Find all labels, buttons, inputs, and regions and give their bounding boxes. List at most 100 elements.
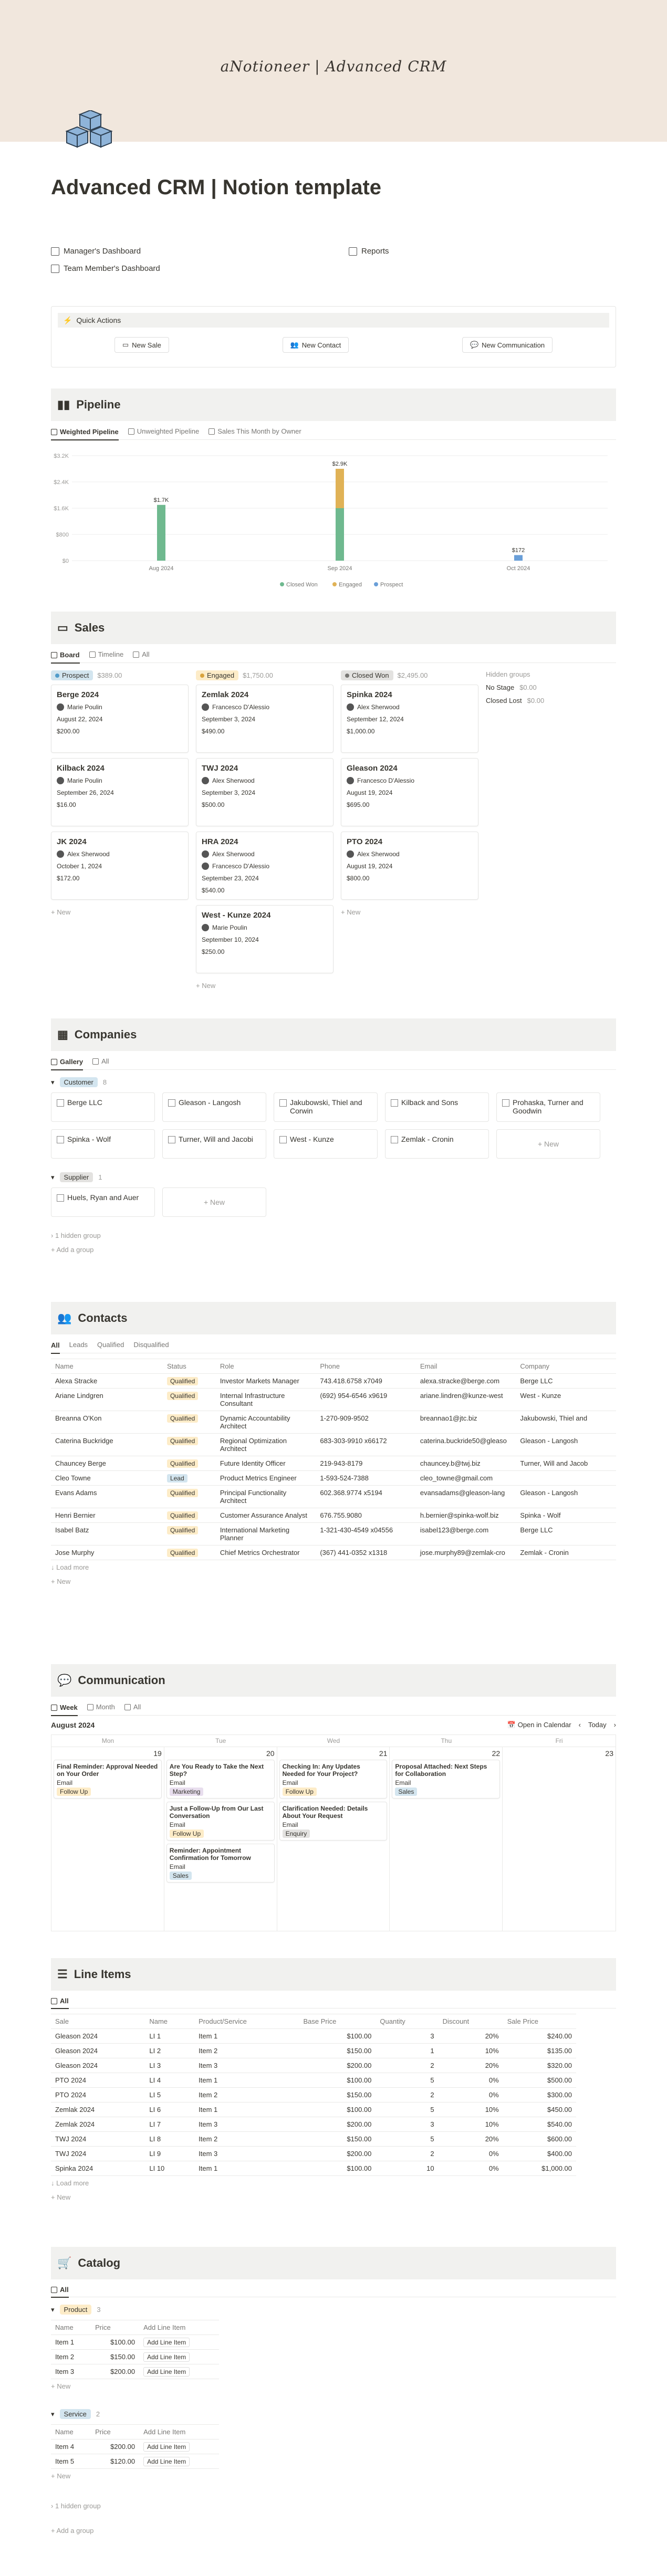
hidden-group[interactable]: Closed Lost $0.00 <box>486 697 601 705</box>
tab-all[interactable]: All <box>51 2286 69 2298</box>
add-line-item-button[interactable]: Add Line Item <box>143 2442 190 2452</box>
sale-card[interactable]: TWJ 2024 Alex Sherwood September 3, 2024 $5… <box>196 758 334 826</box>
table-row[interactable]: Caterina Buckridge Qualified Regional Opti… <box>51 1433 616 1456</box>
column-header[interactable]: Email <box>415 1359 516 1374</box>
group-service[interactable]: ▾ Service 2 <box>51 2409 616 2419</box>
table-row[interactable]: Item 3 $200.00 Add Line Item <box>51 2364 219 2379</box>
sale-card[interactable]: JK 2024 Alex Sherwood October 1, 2024 $172.… <box>51 832 189 900</box>
calendar-day[interactable]: 23 <box>503 1747 616 1931</box>
new-card-button[interactable]: + New <box>51 905 189 919</box>
tab-weighted-pipeline[interactable]: Weighted Pipeline <box>51 427 119 440</box>
company-card[interactable]: Gleason - Langosh <box>162 1092 266 1122</box>
next-week-button[interactable]: › <box>614 1721 616 1729</box>
tab-disqualified[interactable]: Disqualified <box>133 1341 169 1349</box>
sale-card[interactable]: Gleason 2024 Francesco D'Alessio August 19… <box>341 758 478 826</box>
calendar-day[interactable]: 19 Final Reminder: Approval Needed on You… <box>51 1747 164 1931</box>
table-row[interactable]: Jose Murphy Qualified Chief Metrics Orches… <box>51 1545 616 1560</box>
tab-all[interactable]: All <box>92 1057 109 1065</box>
column-header[interactable]: Phone <box>316 1359 416 1374</box>
column-header[interactable]: Sale <box>51 2014 145 2029</box>
load-more-button[interactable]: ↓ Load more <box>51 2176 616 2190</box>
column-header[interactable]: Name <box>51 2424 91 2440</box>
column-header[interactable]: Company <box>516 1359 616 1374</box>
new-row-button[interactable]: + New <box>51 2379 616 2393</box>
group-supplier[interactable]: ▾ Supplier 1 <box>51 1172 616 1182</box>
table-row[interactable]: Ariane Lindgren Qualified Internal Infrast… <box>51 1388 616 1411</box>
table-row[interactable]: Henri Bernier Qualified Customer Assurance… <box>51 1508 616 1523</box>
add-group-button[interactable]: + Add a group <box>51 1243 616 1257</box>
calendar-day[interactable]: 22 Proposal Attached: Next Steps for Coll… <box>390 1747 503 1931</box>
load-more-button[interactable]: ↓ Load more <box>51 1560 616 1574</box>
company-card[interactable]: Jakubowski, Thiel and Corwin <box>274 1092 378 1122</box>
hidden-group-toggle[interactable]: › 1 hidden group <box>51 2499 616 2513</box>
column-header[interactable]: Product/Service <box>194 2014 299 2029</box>
tab-board[interactable]: Board <box>51 650 80 664</box>
reports-link[interactable]: Reports <box>349 247 389 256</box>
new-sale-button[interactable]: ▭ New Sale <box>114 337 169 353</box>
calendar-day[interactable]: 21 Checking In: Any Updates Needed for Yo… <box>277 1747 390 1931</box>
tab-all[interactable]: All <box>124 1703 141 1711</box>
column-header[interactable]: Name <box>51 1359 163 1374</box>
table-row[interactable]: Breanna O'Kon Qualified Dynamic Accountabi… <box>51 1411 616 1434</box>
add-line-item-button[interactable]: Add Line Item <box>143 2338 190 2347</box>
sale-card[interactable]: West - Kunze 2024 Marie Poulin September 1… <box>196 905 334 973</box>
tab-unweighted-pipeline[interactable]: Unweighted Pipeline <box>128 427 199 435</box>
tab-qualified[interactable]: Qualified <box>97 1341 124 1349</box>
table-row[interactable]: Item 5 $120.00 Add Line Item <box>51 2454 219 2469</box>
company-card[interactable]: Kilback and Sons <box>385 1092 489 1122</box>
column-header[interactable]: Price <box>91 2320 140 2335</box>
company-card[interactable]: Huels, Ryan and Auer <box>51 1187 155 1217</box>
new-card-button[interactable]: + New <box>341 905 478 919</box>
table-row[interactable]: Chauncey Berge Qualified Future Identity O… <box>51 1456 616 1471</box>
sale-card[interactable]: Spinka 2024 Alex Sherwood September 12, 20… <box>341 685 478 753</box>
sale-card[interactable]: PTO 2024 Alex Sherwood August 19, 2024 $800… <box>341 832 478 900</box>
table-row[interactable]: Item 4 $200.00 Add Line Item <box>51 2439 219 2454</box>
column-header[interactable]: Add Line Item <box>139 2320 219 2335</box>
new-card-button[interactable]: + New <box>196 979 334 993</box>
company-card[interactable]: West - Kunze <box>274 1129 378 1159</box>
calendar-event[interactable]: Reminder: Appointment Confirmation for T… <box>166 1844 275 1883</box>
column-header[interactable]: Price <box>91 2424 140 2440</box>
tab-week[interactable]: Week <box>51 1703 78 1716</box>
group-customer[interactable]: ▾ Customer 8 <box>51 1077 616 1087</box>
column-header[interactable]: Discount <box>438 2014 503 2029</box>
column-header[interactable]: Add Line Item <box>139 2424 219 2440</box>
new-row-button[interactable]: + New <box>51 2469 616 2483</box>
add-line-item-button[interactable]: Add Line Item <box>143 2352 190 2362</box>
new-row-button[interactable]: + New <box>51 1574 616 1589</box>
company-card[interactable]: Spinka - Wolf <box>51 1129 155 1159</box>
table-row[interactable]: PTO 2024 LI 4 Item 1 $100.00 5 0% $500.00 <box>51 2073 576 2088</box>
calendar-event[interactable]: Final Reminder: Approval Needed on Your … <box>54 1760 162 1799</box>
table-row[interactable]: Gleason 2024 LI 1 Item 1 $100.00 3 20% $240.00 <box>51 2028 576 2044</box>
tab-leads[interactable]: Leads <box>69 1341 88 1349</box>
calendar-event[interactable]: Clarification Needed: Details About Your… <box>279 1802 388 1841</box>
today-button[interactable]: Today <box>588 1721 607 1729</box>
bar-closed-won[interactable] <box>157 504 165 561</box>
table-row[interactable]: Zemlak 2024 LI 6 Item 1 $100.00 5 10% $450.00 <box>51 2102 576 2117</box>
calendar-event[interactable]: Proposal Attached: Next Steps for Collab… <box>392 1760 501 1799</box>
table-row[interactable]: Isabel Batz Qualified International Market… <box>51 1522 616 1545</box>
new-company-button[interactable]: + New <box>496 1129 600 1159</box>
sale-card[interactable]: Zemlak 2024 Francesco D'Alessio September … <box>196 685 334 753</box>
table-row[interactable]: Zemlak 2024 LI 7 Item 3 $200.00 3 10% $540.00 <box>51 2117 576 2132</box>
calendar-day[interactable]: 20 Are You Ready to Take the Next Step? Em… <box>164 1747 277 1931</box>
column-header[interactable]: Name <box>51 2320 91 2335</box>
sale-card[interactable]: Berge 2024 Marie Poulin August 22, 2024 $20… <box>51 685 189 753</box>
tab-timeline[interactable]: Timeline <box>89 650 123 658</box>
open-calendar-button[interactable]: 📅 Open in Calendar <box>507 1721 571 1729</box>
tab-month[interactable]: Month <box>87 1703 115 1711</box>
tab-sales-by-owner[interactable]: Sales This Month by Owner <box>209 427 301 435</box>
table-row[interactable]: TWJ 2024 LI 8 Item 2 $150.00 5 20% $600.00 <box>51 2131 576 2147</box>
tab-all[interactable]: All <box>51 1341 60 1354</box>
column-header[interactable]: Role <box>215 1359 316 1374</box>
column-header[interactable]: Base Price <box>299 2014 376 2029</box>
prev-week-button[interactable]: ‹ <box>579 1721 581 1729</box>
bar-engaged[interactable] <box>336 469 344 508</box>
sale-card[interactable]: HRA 2024 Alex Sherwood Francesco D'Alessio… <box>196 832 334 900</box>
company-card[interactable]: Berge LLC <box>51 1092 155 1122</box>
column-header[interactable]: Quantity <box>376 2014 439 2029</box>
new-communication-button[interactable]: 💬 New Communication <box>462 337 553 353</box>
add-group-button[interactable]: + Add a group <box>51 2524 616 2538</box>
new-company-button[interactable]: + New <box>162 1187 266 1217</box>
new-row-button[interactable]: + New <box>51 2190 616 2204</box>
